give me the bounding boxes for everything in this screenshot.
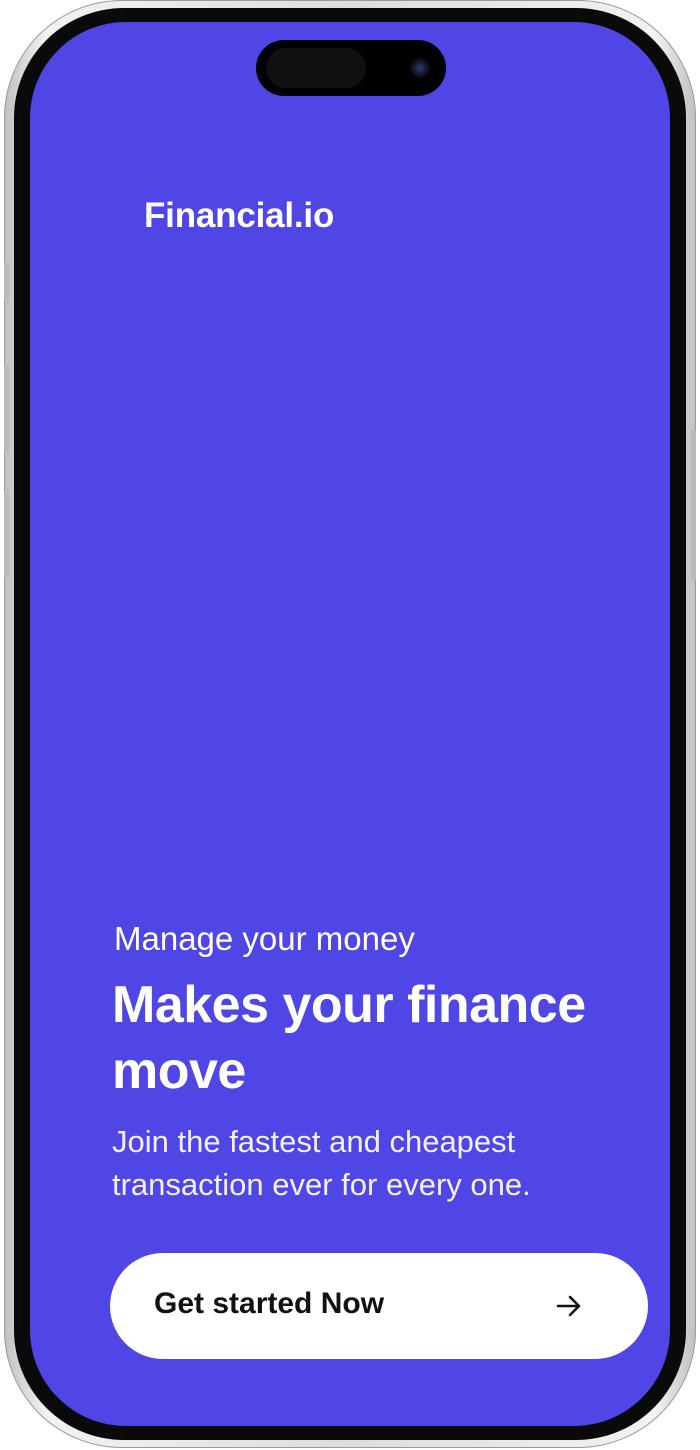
face-id-sensor [266, 48, 366, 88]
get-started-label: Get started Now [154, 1287, 385, 1320]
phone-bezel: Financial.io Manage your money Makes you… [14, 8, 686, 1440]
dynamic-island [256, 40, 446, 96]
screen: Financial.io Manage your money Makes you… [30, 22, 670, 1426]
hero-headline: Makes your finance move [112, 976, 586, 1100]
hero-eyebrow: Manage your money [114, 920, 415, 957]
action-button [4, 262, 9, 302]
volume-up-button [4, 365, 9, 453]
brand-logo-text: Financial.io [144, 196, 335, 235]
front-camera-icon [410, 58, 430, 78]
power-button [691, 430, 696, 580]
arrow-right-icon [556, 1295, 581, 1317]
phone-frame: Financial.io Manage your money Makes you… [4, 0, 696, 1448]
get-started-button[interactable]: Get started Now [110, 1253, 648, 1359]
hero-subtext: Join the fastest and cheapest transactio… [112, 1124, 531, 1202]
volume-down-button [4, 490, 9, 578]
